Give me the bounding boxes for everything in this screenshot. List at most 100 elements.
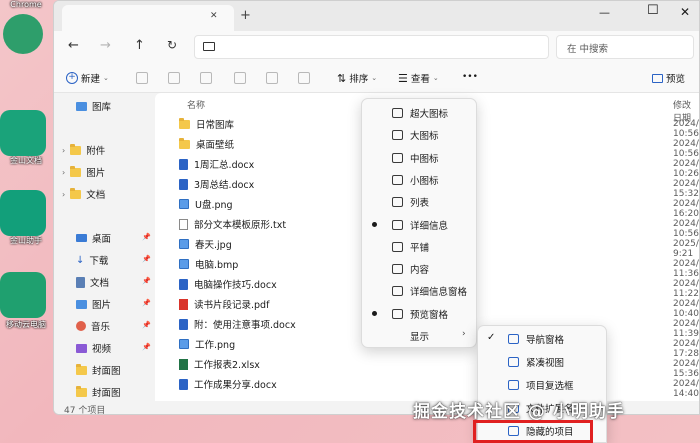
view-menu-item[interactable]: 内容 [362, 259, 476, 279]
preview-button[interactable]: 预览 [652, 71, 685, 85]
view-menu-item[interactable]: 显示 [362, 326, 476, 346]
file-row[interactable]: 3周总结.docx [179, 177, 254, 191]
preview-pane-icon [652, 73, 663, 83]
nav-item-videos[interactable]: 视频 [76, 341, 111, 355]
file-row[interactable]: U盘.png [179, 197, 233, 211]
show-submenu-item[interactable]: 紧凑视图 [478, 352, 606, 372]
nav-item-documents[interactable]: 文档 [76, 275, 109, 289]
file-name: U盘.png [195, 200, 233, 211]
paste-icon[interactable] [200, 72, 212, 84]
nav-item-pictures[interactable]: 图片 [76, 297, 111, 311]
desktop-app-icon-3[interactable] [0, 190, 46, 236]
chevron-right-icon: › [62, 167, 66, 177]
word-doc-icon [179, 318, 188, 330]
image-file-icon [179, 239, 189, 249]
extra-large-icons-icon [392, 108, 403, 118]
search-box[interactable]: 在 中搜索 [556, 35, 694, 59]
file-row[interactable]: 工作.png [179, 337, 235, 351]
chevron-down-icon: ⌄ [103, 74, 109, 82]
minimize-button[interactable]: — [599, 6, 610, 19]
file-row[interactable]: 部分文本模板原形.txt [179, 217, 286, 231]
file-row[interactable]: 附：使用注意事项.docx [179, 317, 296, 331]
refresh-icon[interactable]: ↻ [167, 38, 177, 52]
show-submenu-item[interactable]: 项目复选框 [478, 375, 606, 395]
nav-item-gallery[interactable]: 图库 [76, 99, 111, 113]
navigation-pane: 图库 › 附件 › 图片 › 文档 桌面 📌 ↓ 下载 📌 文档 📌 图片 📌 … [54, 93, 154, 401]
file-row[interactable]: 工作报表2.xlsx [179, 357, 260, 371]
copy-icon[interactable] [168, 72, 180, 84]
word-doc-icon [179, 278, 188, 290]
nav-item-desktop[interactable]: 桌面 [76, 231, 111, 245]
view-menu-item[interactable]: 平铺 [362, 237, 476, 257]
word-doc-icon [179, 178, 188, 190]
file-row[interactable]: 电脑.bmp [179, 257, 238, 271]
view-menu-item[interactable]: 大图标 [362, 125, 476, 145]
desktop-app-icon-2[interactable] [0, 110, 46, 156]
address-bar[interactable] [194, 35, 549, 59]
view-menu-label: 内容 [410, 265, 430, 277]
nav-item-music[interactable]: 音乐 [76, 319, 110, 333]
list-icon [392, 197, 403, 208]
rename-icon[interactable] [234, 72, 246, 84]
nav-item-folder[interactable]: › 文档 [62, 187, 105, 201]
desktop-app-icon-4[interactable] [0, 272, 46, 318]
show-submenu-label: 导航窗格 [526, 335, 565, 346]
view-menu-item[interactable]: 详细信息 [362, 215, 476, 235]
chevron-right-icon: › [62, 145, 66, 155]
nav-item-folder[interactable]: › 附件 [62, 143, 105, 157]
search-input[interactable]: 在 中搜索 [567, 41, 608, 55]
view-menu-label: 中图标 [410, 153, 439, 165]
file-date: 2024/7/2 15:32 [673, 179, 699, 199]
nav-item-folder[interactable]: 封面图 [76, 385, 121, 399]
compact-view-icon [508, 357, 519, 367]
view-menu-item[interactable]: 中图标 [362, 148, 476, 168]
nav-item-label: 图片 [86, 168, 106, 179]
file-row[interactable]: 工作成果分享.docx [179, 377, 277, 391]
excel-file-icon [179, 358, 188, 370]
file-row[interactable]: 桌面壁纸 [179, 137, 234, 151]
explorer-tab[interactable]: ✕ [62, 5, 234, 31]
file-row[interactable]: 电脑操作技巧.docx [179, 277, 277, 291]
tab-close-icon[interactable]: ✕ [210, 11, 218, 21]
item-count: 47 个项目 [64, 406, 106, 415]
view-menu-item[interactable]: 预览窗格 [362, 304, 476, 324]
nav-item-folder[interactable]: 封面图 [76, 363, 121, 377]
nav-item-folder[interactable]: › 图片 [62, 165, 105, 179]
sort-button[interactable]: ⇅ 排序 ⌄ [337, 71, 377, 86]
view-menu-item[interactable]: 小图标 [362, 170, 476, 190]
file-row[interactable]: 读书片段记录.pdf [179, 297, 269, 311]
view-menu-label: 大图标 [410, 131, 439, 143]
content-icon [392, 264, 403, 275]
back-icon[interactable]: ← [68, 38, 79, 53]
column-header-name[interactable]: 名称 [187, 98, 205, 111]
new-tab-button[interactable]: + [240, 8, 251, 23]
forward-icon[interactable]: → [100, 38, 111, 53]
file-row[interactable]: 1周汇总.docx [179, 157, 254, 171]
file-row[interactable]: 春天.jpg [179, 237, 232, 251]
view-menu-item[interactable]: 列表 [362, 192, 476, 212]
new-label: 新建 [81, 74, 101, 85]
nav-item-label: 图库 [92, 102, 112, 113]
view-menu-item[interactable]: 超大图标 [362, 103, 476, 123]
delete-icon[interactable] [298, 72, 310, 84]
chevron-right-icon: › [62, 189, 66, 199]
pin-icon: 📌 [142, 321, 151, 329]
view-menu-label: 超大图标 [410, 109, 449, 120]
file-row[interactable]: 日常图库 [179, 117, 234, 131]
file-date: 2024/7/4 11:39 [673, 319, 699, 339]
new-button[interactable]: + 新建 ⌄ [66, 71, 109, 85]
view-menu-item[interactable]: 详细信息窗格 [362, 281, 476, 301]
view-button[interactable]: ☰ 查看 ⌄ [398, 71, 439, 86]
more-button[interactable]: ••• [462, 72, 478, 82]
close-button[interactable]: ✕ [680, 5, 690, 19]
desktop-app-icon-1[interactable] [3, 14, 43, 54]
cut-icon[interactable] [136, 72, 148, 84]
show-submenu-item[interactable]: ✓ 导航窗格 [478, 329, 606, 349]
nav-item-downloads[interactable]: ↓ 下载 [76, 253, 108, 268]
up-icon[interactable]: ↑ [134, 38, 145, 53]
selected-dot-icon [372, 310, 377, 316]
image-file-icon [179, 259, 189, 269]
maximize-button[interactable]: ☐ [647, 3, 659, 18]
share-icon[interactable] [266, 72, 278, 84]
desktop-icon [76, 234, 87, 242]
